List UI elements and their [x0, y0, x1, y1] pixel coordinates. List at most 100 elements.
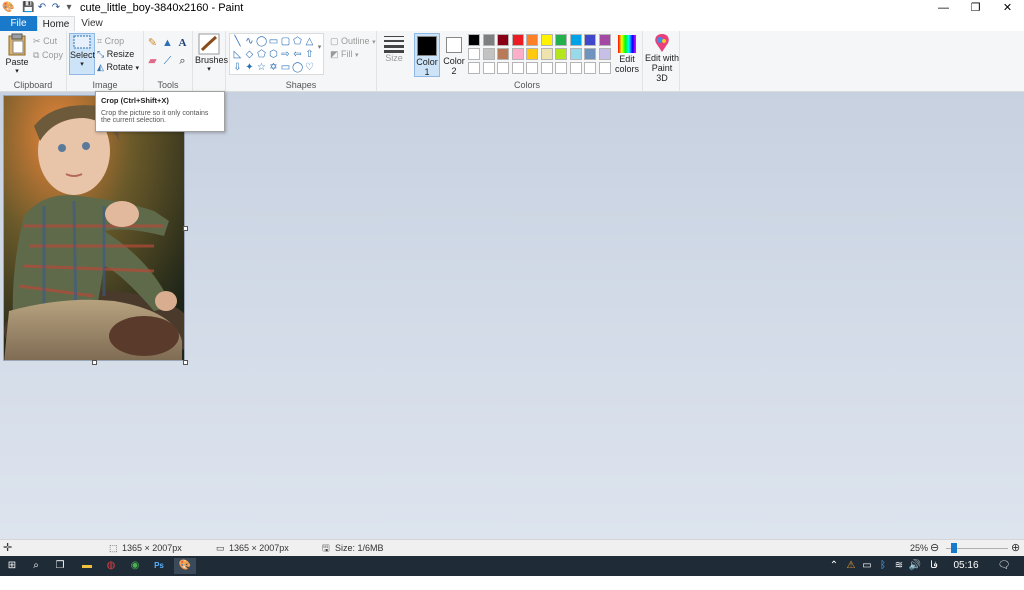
zoom-out-icon[interactable]: ⊖: [930, 540, 939, 557]
windows-start-icon[interactable]: ⊞: [4, 558, 20, 574]
palette-swatch[interactable]: [468, 62, 480, 74]
fill-button[interactable]: ◩ Fill ▾: [330, 48, 359, 61]
zoom-slider-thumb[interactable]: [951, 543, 957, 553]
text-tool-icon[interactable]: A: [176, 37, 189, 50]
language-indicator[interactable]: فا: [925, 558, 943, 574]
fill-bucket-icon[interactable]: ▲: [161, 37, 174, 50]
color-picker-icon[interactable]: ⟋: [161, 55, 174, 68]
palette-swatch[interactable]: [511, 62, 524, 74]
file-explorer-icon[interactable]: ▬: [79, 558, 95, 574]
palette-swatch[interactable]: [540, 62, 553, 74]
palette-swatch[interactable]: [569, 48, 582, 60]
tab-file[interactable]: File: [0, 16, 37, 31]
resize-handle-bottom[interactable]: [92, 360, 97, 365]
palette-swatch[interactable]: [555, 48, 567, 60]
pencil-icon[interactable]: ✎: [146, 37, 159, 50]
outline-button[interactable]: ▢ Outline ▾: [330, 35, 376, 48]
palette-swatch[interactable]: [497, 34, 509, 46]
canvas-area[interactable]: [0, 92, 1024, 539]
rounded-rectangle-shape-icon[interactable]: ▢: [280, 36, 291, 47]
callout-oval-shape-icon[interactable]: ◯: [292, 62, 303, 73]
resize-button[interactable]: ⤡ Resize: [97, 48, 134, 61]
palette-swatch[interactable]: [555, 62, 567, 74]
brushes-button[interactable]: Brushes ▾: [195, 33, 228, 73]
four-point-star-shape-icon[interactable]: ✦: [244, 62, 255, 73]
palette-swatch[interactable]: [584, 34, 596, 46]
network-icon[interactable]: ≋: [891, 558, 907, 574]
palette-swatch[interactable]: [526, 62, 538, 74]
callout-rect-shape-icon[interactable]: ▭: [280, 62, 291, 73]
edit-colors-button[interactable]: Edit colors: [613, 33, 641, 74]
palette-swatch[interactable]: [482, 62, 495, 74]
line-shape-icon[interactable]: ╲: [232, 36, 243, 47]
palette-swatch[interactable]: [511, 34, 524, 46]
palette-swatch[interactable]: [511, 48, 524, 60]
paste-dropdown-icon[interactable]: ▾: [3, 67, 31, 75]
five-point-star-shape-icon[interactable]: ☆: [256, 62, 267, 73]
select-dropdown-icon[interactable]: ▾: [70, 60, 94, 68]
palette-swatch[interactable]: [569, 62, 582, 74]
color2-button[interactable]: Color 2: [441, 33, 467, 76]
palette-swatch[interactable]: [482, 34, 495, 46]
magnifier-icon[interactable]: ⌕: [176, 55, 189, 68]
paint-taskbar-icon[interactable]: 🎨: [174, 558, 196, 574]
close-button[interactable]: ✕: [992, 0, 1023, 16]
six-point-star-shape-icon[interactable]: ✡: [268, 62, 279, 73]
shapes-scroll-icon[interactable]: ▾: [314, 42, 325, 53]
diamond-shape-icon[interactable]: ◇: [244, 49, 255, 60]
right-arrow-shape-icon[interactable]: ⇨: [280, 49, 291, 60]
rotate-dropdown-icon[interactable]: ▾: [135, 65, 139, 72]
outline-dropdown-icon[interactable]: ▾: [372, 39, 376, 46]
warning-icon[interactable]: ⚠: [843, 558, 859, 574]
color1-button[interactable]: Color 1: [414, 33, 440, 77]
battery-icon[interactable]: ▭: [859, 558, 875, 574]
crop-button[interactable]: ⌗ Crop: [97, 35, 124, 48]
redo-icon[interactable]: ↷: [50, 2, 62, 14]
resize-handle-corner[interactable]: [183, 360, 188, 365]
task-view-icon[interactable]: ❐: [52, 558, 68, 574]
bluetooth-icon[interactable]: ᛒ: [875, 558, 891, 574]
volume-icon[interactable]: 🔊: [907, 558, 923, 574]
palette-swatch[interactable]: [482, 48, 495, 60]
clock[interactable]: 05:16 ب.ظ: [944, 558, 988, 587]
palette-swatch[interactable]: [598, 62, 611, 74]
heart-shape-icon[interactable]: ♡: [304, 62, 315, 73]
notifications-icon[interactable]: 🗨: [996, 558, 1012, 574]
fill-dropdown-icon[interactable]: ▾: [355, 52, 359, 59]
left-arrow-shape-icon[interactable]: ⇦: [292, 49, 303, 60]
zoom-in-icon[interactable]: ⊕: [1011, 540, 1020, 557]
rectangle-shape-icon[interactable]: ▭: [268, 36, 279, 47]
photoshop-icon[interactable]: Ps: [151, 558, 167, 574]
undo-icon[interactable]: ↶: [36, 2, 48, 14]
palette-swatch[interactable]: [497, 48, 509, 60]
app-icon-red[interactable]: ◍: [103, 558, 119, 574]
palette-swatch[interactable]: [526, 48, 538, 60]
palette-swatch[interactable]: [598, 48, 611, 60]
eraser-icon[interactable]: ▰: [146, 55, 159, 68]
tab-view[interactable]: View: [78, 16, 106, 31]
tab-home[interactable]: Home: [37, 16, 75, 31]
search-icon[interactable]: ⌕: [28, 558, 44, 574]
palette-swatch[interactable]: [584, 48, 596, 60]
palette-swatch[interactable]: [540, 34, 553, 46]
quick-access-dropdown-icon[interactable]: ▾: [63, 2, 75, 14]
show-hidden-icons-icon[interactable]: ⌃: [826, 558, 842, 574]
palette-swatch[interactable]: [555, 34, 567, 46]
hexagon-shape-icon[interactable]: ⬡: [268, 49, 279, 60]
size-button[interactable]: Size: [381, 33, 407, 63]
oval-shape-icon[interactable]: ◯: [256, 36, 267, 47]
down-arrow-shape-icon[interactable]: ⇩: [232, 62, 243, 73]
polygon-shape-icon[interactable]: ⬠: [292, 36, 303, 47]
palette-swatch[interactable]: [598, 34, 611, 46]
shapes-gallery[interactable]: ╲ ∿ ◯ ▭ ▢ ⬠ △ ◺ ◇ ⬠ ⬡ ⇨ ⇦ ⇧ ⇩ ✦ ☆ ✡ ▭ ◯ …: [229, 33, 324, 75]
edit-with-paint3d-button[interactable]: Edit with Paint 3D: [645, 33, 679, 83]
palette-swatch[interactable]: [497, 62, 509, 74]
palette-swatch[interactable]: [526, 34, 538, 46]
image-canvas[interactable]: [3, 95, 185, 361]
palette-swatch[interactable]: [569, 34, 582, 46]
palette-swatch[interactable]: [468, 48, 480, 60]
maximize-button[interactable]: ❐: [960, 0, 991, 16]
right-triangle-shape-icon[interactable]: ◺: [232, 49, 243, 60]
palette-swatch[interactable]: [540, 48, 553, 60]
copy-button[interactable]: ⧉ Copy: [33, 49, 63, 62]
